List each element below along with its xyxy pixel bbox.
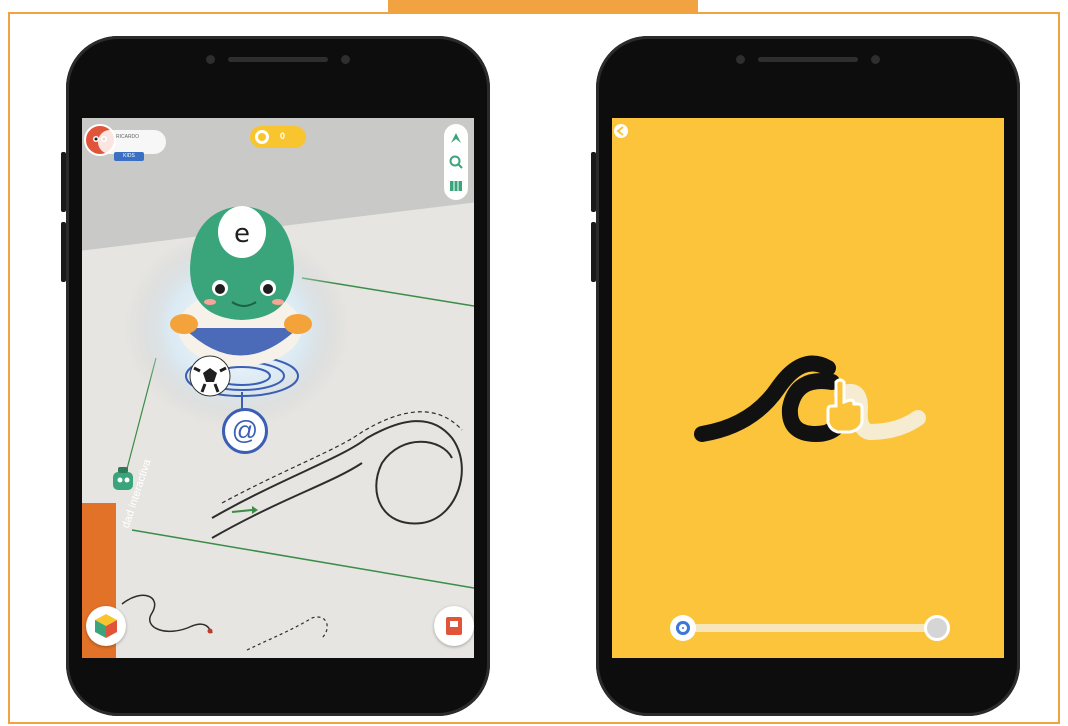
- coin-counter: 0: [250, 126, 306, 148]
- search-icon[interactable]: [448, 154, 464, 170]
- coin-count: 0: [280, 131, 286, 141]
- map-icon[interactable]: [448, 178, 464, 194]
- right-phone: [591, 36, 1020, 716]
- power-button: [591, 222, 596, 282]
- front-camera: [206, 55, 215, 64]
- left-phone: dad interactiva e @ RICARDO KIDS 0: [61, 36, 490, 716]
- slider-start-dot: [676, 621, 690, 635]
- slider-start-handle[interactable]: [670, 615, 696, 641]
- user-name: RICARDO: [116, 134, 140, 140]
- power-button: [61, 222, 66, 282]
- card-icon: [446, 617, 462, 635]
- hand-pointer-icon: [826, 378, 864, 434]
- speaker-grille: [228, 57, 328, 62]
- ar-screen[interactable]: dad interactiva e @ RICARDO KIDS 0: [82, 118, 474, 658]
- letter-a-stroke[interactable]: [692, 348, 932, 458]
- header-tab: [388, 0, 698, 13]
- at-sign-icon[interactable]: @: [222, 408, 268, 454]
- user-badge: KIDS: [114, 152, 144, 161]
- speaker-grille: [758, 57, 858, 62]
- back-button[interactable]: [614, 124, 628, 138]
- compass-icon[interactable]: [448, 130, 464, 146]
- back-arrow-icon: [616, 126, 624, 136]
- cube-button[interactable]: [86, 606, 126, 646]
- cube-icon: [95, 614, 117, 638]
- toolbar: [444, 124, 468, 200]
- mini-character-icon: [113, 467, 133, 490]
- tracing-screen[interactable]: [612, 118, 1004, 658]
- sensor: [871, 55, 880, 64]
- volume-button: [61, 152, 66, 212]
- card-button[interactable]: [434, 606, 474, 646]
- coin-icon: [255, 130, 269, 144]
- volume-button: [591, 152, 596, 212]
- progress-track: [684, 624, 938, 632]
- front-camera: [736, 55, 745, 64]
- sensor: [341, 55, 350, 64]
- slider-end-handle[interactable]: [924, 615, 950, 641]
- svg-text:e: e: [234, 219, 250, 249]
